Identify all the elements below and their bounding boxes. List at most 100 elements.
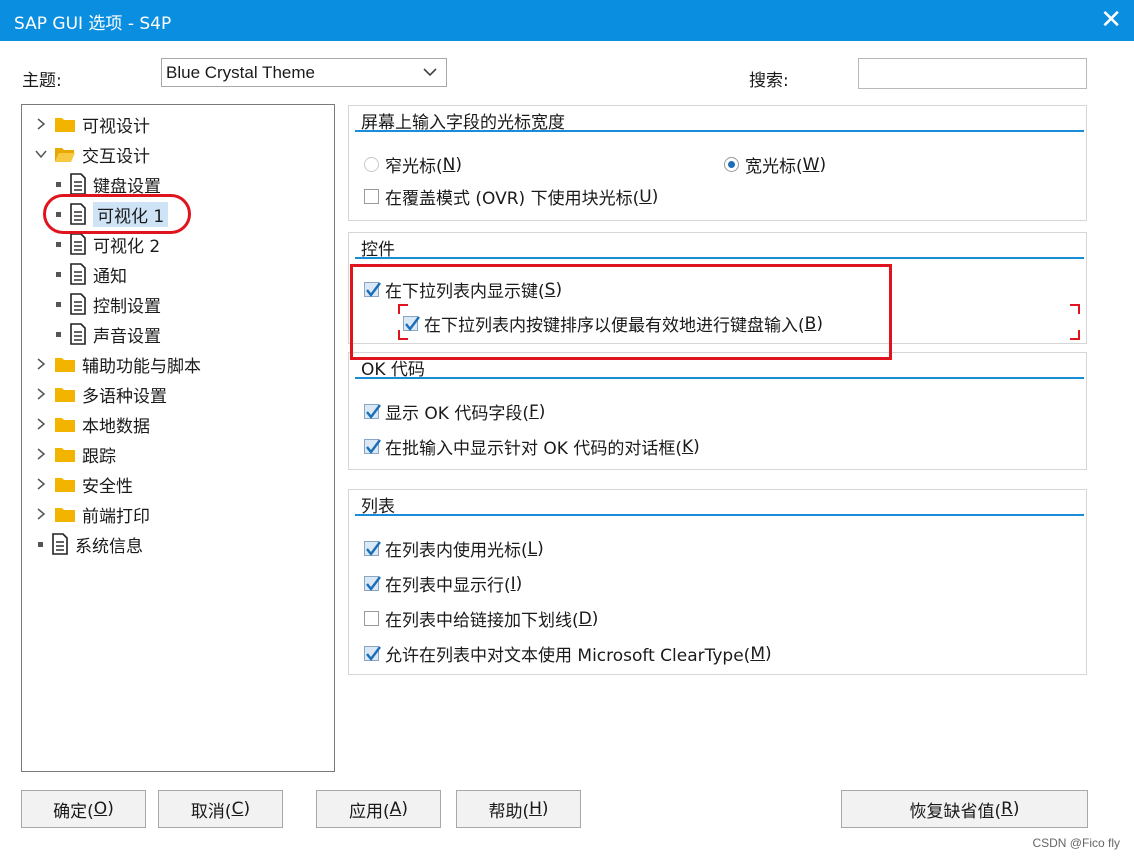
mnemonic-key: W (802, 154, 820, 175)
mnemonic-key: D (578, 608, 592, 629)
sort-keys-checkbox[interactable]: 在下拉列表内按键排序以便最有效地进行键盘输入(B) (403, 311, 823, 336)
option-end: ) (455, 154, 462, 175)
narrow-cursor-radio[interactable]: 窄光标(N) (364, 152, 462, 177)
bullet-icon (56, 301, 61, 307)
tree-item-local-data[interactable]: 本地数据 (34, 410, 150, 438)
option-text: 在下拉列表内显示键( (385, 282, 545, 302)
mnemonic-key: H (529, 799, 542, 819)
button-end: ) (401, 799, 408, 819)
chevron-down-icon (423, 68, 437, 77)
button-text: 取消( (190, 801, 232, 822)
folder-icon (55, 418, 75, 432)
radio-off-icon (364, 157, 379, 172)
document-icon (70, 203, 86, 225)
button-text: 确定( (53, 801, 94, 822)
document-icon (70, 293, 86, 315)
settings-tree[interactable]: 可视设计 交互设计 键盘设置 可视化 1 可视化 2 通知 控制设置 声音设置 (21, 104, 335, 772)
option-text: 窄光标( (385, 157, 443, 177)
list-cleartype-checkbox[interactable]: 允许在列表中对文本使用 Microsoft ClearType(M) (364, 641, 772, 666)
search-input[interactable] (858, 58, 1087, 89)
tree-item-visualization-2[interactable]: 可视化 2 (56, 230, 160, 258)
focus-corner (398, 304, 408, 314)
option-text: 在覆盖模式 (OVR) 下使用块光标( (385, 189, 640, 209)
restore-defaults-button[interactable]: 恢复缺省值(R) (841, 790, 1088, 828)
option-text: 在列表中显示行( (385, 576, 511, 596)
wide-cursor-radio[interactable]: 宽光标(W) (724, 152, 826, 177)
tree-item-label: 可视设计 (82, 116, 150, 137)
mnemonic-key: F (528, 401, 539, 422)
tree-item-label: 多语种设置 (82, 386, 167, 407)
tree-item-interaction-design[interactable]: 交互设计 (34, 140, 150, 168)
mnemonic-key: B (804, 313, 817, 334)
tree-item-visual-design[interactable]: 可视设计 (34, 110, 150, 138)
tree-item-visualization-1[interactable]: 可视化 1 (56, 200, 169, 228)
checkbox-checked-icon (364, 282, 381, 297)
ok-button[interactable]: 确定(O) (21, 790, 146, 828)
chevron-down-icon (35, 150, 47, 159)
mnemonic-key: L (527, 538, 538, 559)
chevron-right-icon (37, 388, 46, 400)
checkbox-checked-icon (364, 541, 381, 556)
chevron-right-icon (37, 508, 46, 520)
group-divider (355, 377, 1084, 379)
list-rows-checkbox[interactable]: 在列表中显示行(I) (364, 571, 522, 596)
tree-item-notifications[interactable]: 通知 (56, 260, 127, 288)
button-text: 应用( (349, 801, 390, 822)
apply-button[interactable]: 应用(A) (316, 790, 441, 828)
watermark: CSDN @Fico fly (1032, 836, 1120, 850)
folder-icon (55, 478, 75, 492)
button-end: ) (243, 799, 251, 819)
mnemonic-key: N (442, 154, 456, 175)
show-keys-checkbox[interactable]: 在下拉列表内显示键(S) (364, 277, 562, 302)
block-cursor-checkbox[interactable]: 在覆盖模式 (OVR) 下使用块光标(U) (364, 184, 658, 209)
theme-label: 主题: (22, 71, 62, 91)
mnemonic-key: R (1001, 799, 1013, 819)
tree-item-label: 辅助功能与脚本 (82, 356, 201, 377)
checkbox-empty-icon (364, 189, 379, 204)
tree-item-label: 声音设置 (93, 326, 161, 347)
tree-item-label: 本地数据 (82, 416, 150, 437)
tree-item-control-settings[interactable]: 控制设置 (56, 290, 161, 318)
chevron-right-icon (37, 118, 46, 130)
group-divider (355, 257, 1084, 259)
folder-icon (55, 448, 75, 462)
close-icon[interactable]: ✕ (1100, 6, 1122, 34)
list-cursor-checkbox[interactable]: 在列表内使用光标(L) (364, 536, 544, 561)
tree-item-label: 可视化 1 (93, 201, 169, 227)
bullet-icon (56, 271, 61, 277)
bullet-icon (56, 241, 61, 247)
theme-combobox[interactable]: Blue Crystal Theme (161, 58, 447, 87)
document-icon (70, 173, 86, 195)
tree-item-system-info[interactable]: 系统信息 (38, 530, 143, 558)
folder-icon (55, 388, 75, 402)
checkbox-checked-icon (403, 316, 420, 331)
help-button[interactable]: 帮助(H) (456, 790, 581, 828)
option-end: ) (538, 401, 546, 422)
list-underline-checkbox[interactable]: 在列表中给链接加下划线(D) (364, 606, 598, 631)
cancel-button[interactable]: 取消(C) (158, 790, 283, 828)
tree-item-trace[interactable]: 跟踪 (34, 440, 116, 468)
batch-okcode-dialog-checkbox[interactable]: 在批输入中显示针对 OK 代码的对话框(K) (364, 434, 700, 459)
tree-item-sound-settings[interactable]: 声音设置 (56, 320, 161, 348)
bullet-icon (56, 331, 61, 337)
document-icon (70, 233, 86, 255)
tree-item-label: 安全性 (82, 476, 133, 497)
option-end: ) (819, 154, 827, 175)
group-lists: 列表 在列表内使用光标(L) 在列表中显示行(I) 在列表中给链接加下划线(D)… (348, 489, 1087, 675)
tree-item-multilanguage[interactable]: 多语种设置 (34, 380, 167, 408)
tree-item-front-end-print[interactable]: 前端打印 (34, 500, 150, 528)
bullet-icon (56, 211, 61, 217)
mnemonic-key: K (681, 436, 694, 457)
tree-item-security[interactable]: 安全性 (34, 470, 133, 498)
mnemonic-key: U (639, 186, 652, 207)
folder-icon (55, 508, 75, 522)
group-divider (355, 514, 1084, 516)
tree-item-accessibility[interactable]: 辅助功能与脚本 (34, 350, 201, 378)
tree-item-label: 系统信息 (75, 536, 143, 557)
show-okcode-field-checkbox[interactable]: 显示 OK 代码字段(F) (364, 399, 545, 424)
folder-icon (55, 118, 75, 132)
option-end: ) (537, 538, 544, 559)
tree-item-label: 键盘设置 (93, 176, 161, 197)
option-end: ) (693, 436, 700, 457)
tree-item-keyboard[interactable]: 键盘设置 (56, 170, 161, 198)
